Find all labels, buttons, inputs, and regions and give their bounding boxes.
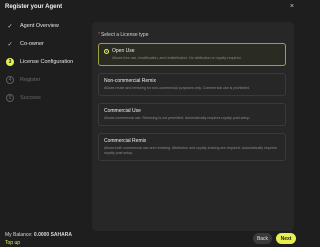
back-button[interactable]: Back bbox=[253, 233, 272, 244]
step-number: 5 bbox=[6, 94, 14, 102]
option-title: Commercial Remix bbox=[104, 138, 147, 144]
license-heading: *Select a License type bbox=[98, 32, 148, 38]
step-label: Agent Overview bbox=[20, 23, 59, 29]
step-number: 3 bbox=[6, 58, 14, 66]
step-register: 4 Register bbox=[6, 76, 86, 84]
next-button[interactable]: Next bbox=[276, 233, 296, 244]
stepper: ✓ Agent Overview ✓ Co-owner 3 License Co… bbox=[6, 22, 86, 102]
step-license-configuration: 3 License Configuration bbox=[6, 58, 86, 66]
option-description: Allows both commercial use and remixing.… bbox=[104, 146, 277, 155]
step-agent-overview: ✓ Agent Overview bbox=[6, 22, 86, 30]
option-description: Allows commercial use. Remixing is not p… bbox=[104, 116, 251, 120]
license-panel: *Select a License type Open Use Allows f… bbox=[92, 22, 294, 231]
dialog-title: Register your Agent bbox=[5, 4, 63, 10]
balance-value: 0.0000 SAHARA bbox=[33, 232, 72, 238]
step-co-owner: ✓ Co-owner bbox=[6, 40, 86, 48]
option-description: Allows reuse and remixing for non-commer… bbox=[104, 86, 251, 90]
check-icon: ✓ bbox=[7, 41, 13, 48]
step-label: License Configuration bbox=[20, 59, 74, 65]
option-title: Non-commercial Remix bbox=[104, 78, 156, 84]
balance: My Balance: 0.0000 SAHARA bbox=[5, 232, 72, 238]
required-mark: * bbox=[98, 32, 100, 38]
option-title: Commercial Use bbox=[104, 108, 141, 114]
option-title: Open Use bbox=[112, 48, 135, 54]
step-label: Register bbox=[20, 77, 41, 83]
step-success: 5 Success bbox=[6, 94, 86, 102]
check-icon: ✓ bbox=[7, 23, 13, 30]
license-option-commercial-remix[interactable]: Commercial Remix Allows both commercial … bbox=[98, 133, 286, 161]
top-up-link[interactable]: Top up bbox=[5, 240, 20, 246]
license-heading-text: Select a License type bbox=[100, 32, 149, 38]
license-option-non-commercial-remix[interactable]: Non-commercial Remix Allows reuse and re… bbox=[98, 73, 286, 96]
license-option-commercial-use[interactable]: Commercial Use Allows commercial use. Re… bbox=[98, 103, 286, 126]
close-icon[interactable]: × bbox=[290, 3, 294, 11]
step-label: Co-owner bbox=[20, 41, 44, 47]
option-description: Allows free use, modification, and redis… bbox=[112, 56, 242, 60]
step-number: 4 bbox=[6, 76, 14, 84]
balance-label: My Balance: bbox=[5, 232, 33, 238]
license-option-open-use[interactable]: Open Use Allows free use, modification, … bbox=[98, 43, 286, 66]
step-label: Success bbox=[20, 95, 41, 101]
radio-selected-icon[interactable] bbox=[104, 48, 109, 54]
